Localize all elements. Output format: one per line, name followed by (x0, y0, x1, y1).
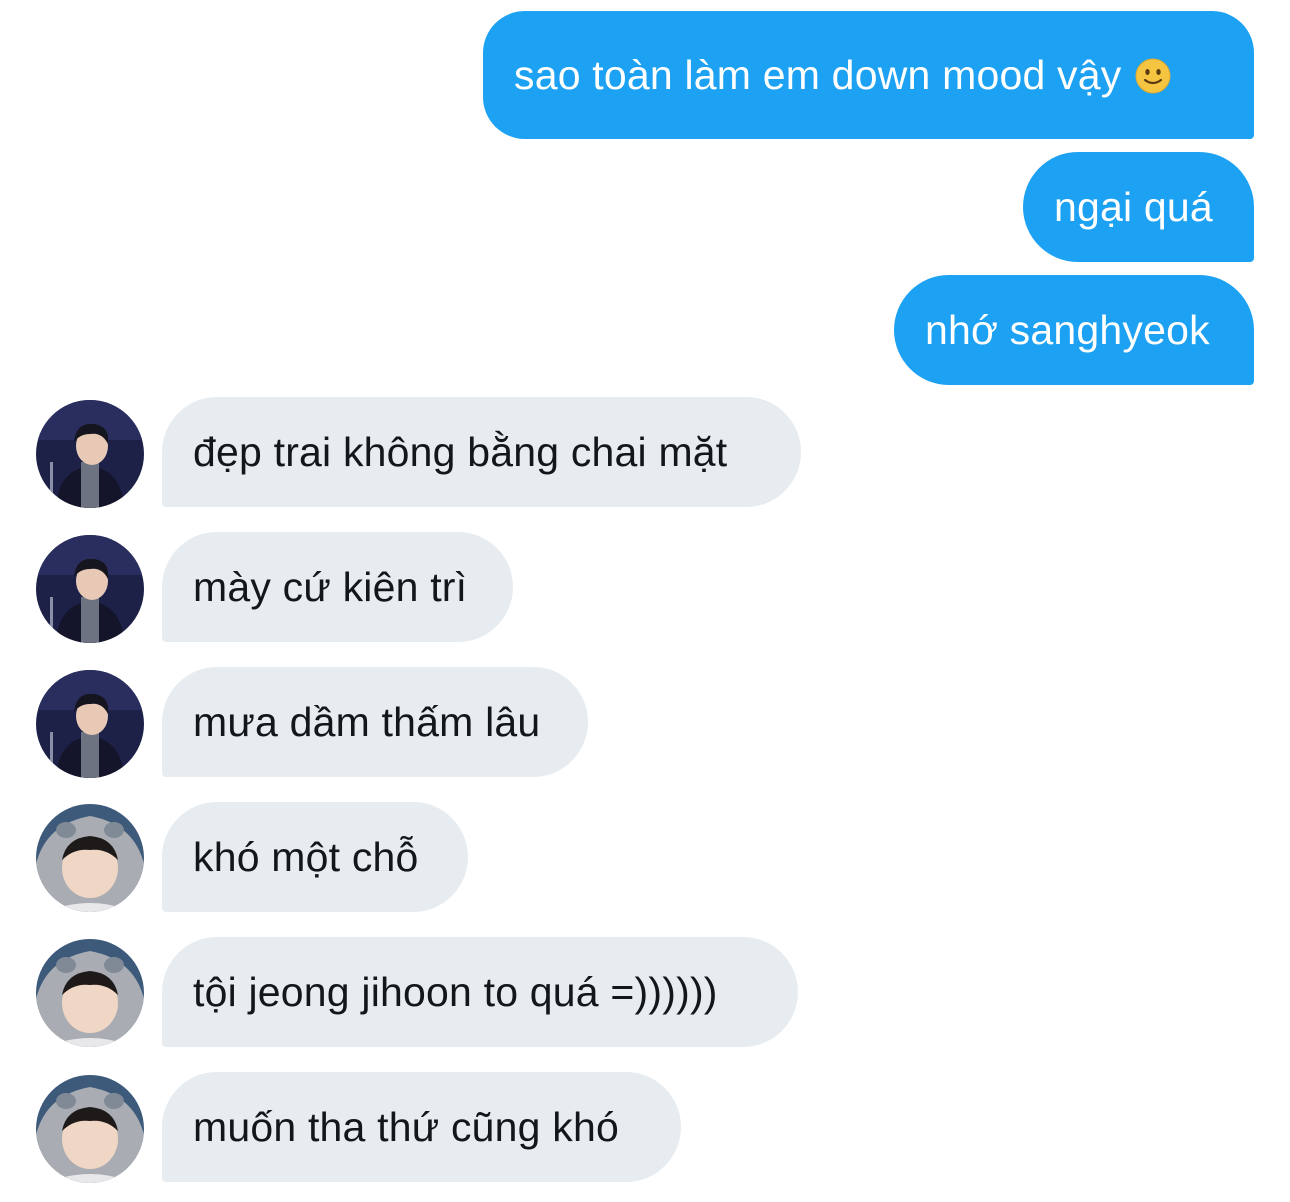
avatar[interactable] (36, 939, 144, 1047)
message-text: đẹp trai không bằng chai mặt (193, 428, 728, 475)
message-text: sao toàn làm em down mood vậy (514, 51, 1122, 98)
incoming-message[interactable]: mày cứ kiên trì (162, 532, 513, 642)
slightly-smiling-face-icon (1135, 57, 1171, 94)
message-text: tội jeong jihoon to quá =)))))) (193, 968, 718, 1015)
incoming-message[interactable]: mưa dầm thấm lâu (162, 667, 588, 777)
message-text: ngại quá (1054, 183, 1213, 230)
outgoing-message[interactable]: sao toàn làm em down mood vậy (483, 11, 1254, 139)
message-text: khó một chỗ (193, 833, 419, 880)
avatar[interactable] (36, 535, 144, 643)
avatar[interactable] (36, 804, 144, 912)
incoming-message[interactable]: khó một chỗ (162, 802, 468, 912)
avatar[interactable] (36, 670, 144, 778)
incoming-message[interactable]: tội jeong jihoon to quá =)))))) (162, 937, 798, 1047)
avatar[interactable] (36, 400, 144, 508)
incoming-message[interactable]: đẹp trai không bằng chai mặt (162, 397, 801, 507)
outgoing-message[interactable]: nhớ sanghyeok (894, 275, 1254, 385)
message-text: muốn tha thứ cũng khó (193, 1103, 619, 1150)
avatar[interactable] (36, 1075, 144, 1183)
message-text: nhớ sanghyeok (925, 306, 1210, 353)
message-text: mày cứ kiên trì (193, 563, 468, 610)
message-text: mưa dầm thấm lâu (193, 698, 541, 745)
outgoing-message[interactable]: ngại quá (1023, 152, 1254, 262)
incoming-message[interactable]: muốn tha thứ cũng khó (162, 1072, 681, 1182)
